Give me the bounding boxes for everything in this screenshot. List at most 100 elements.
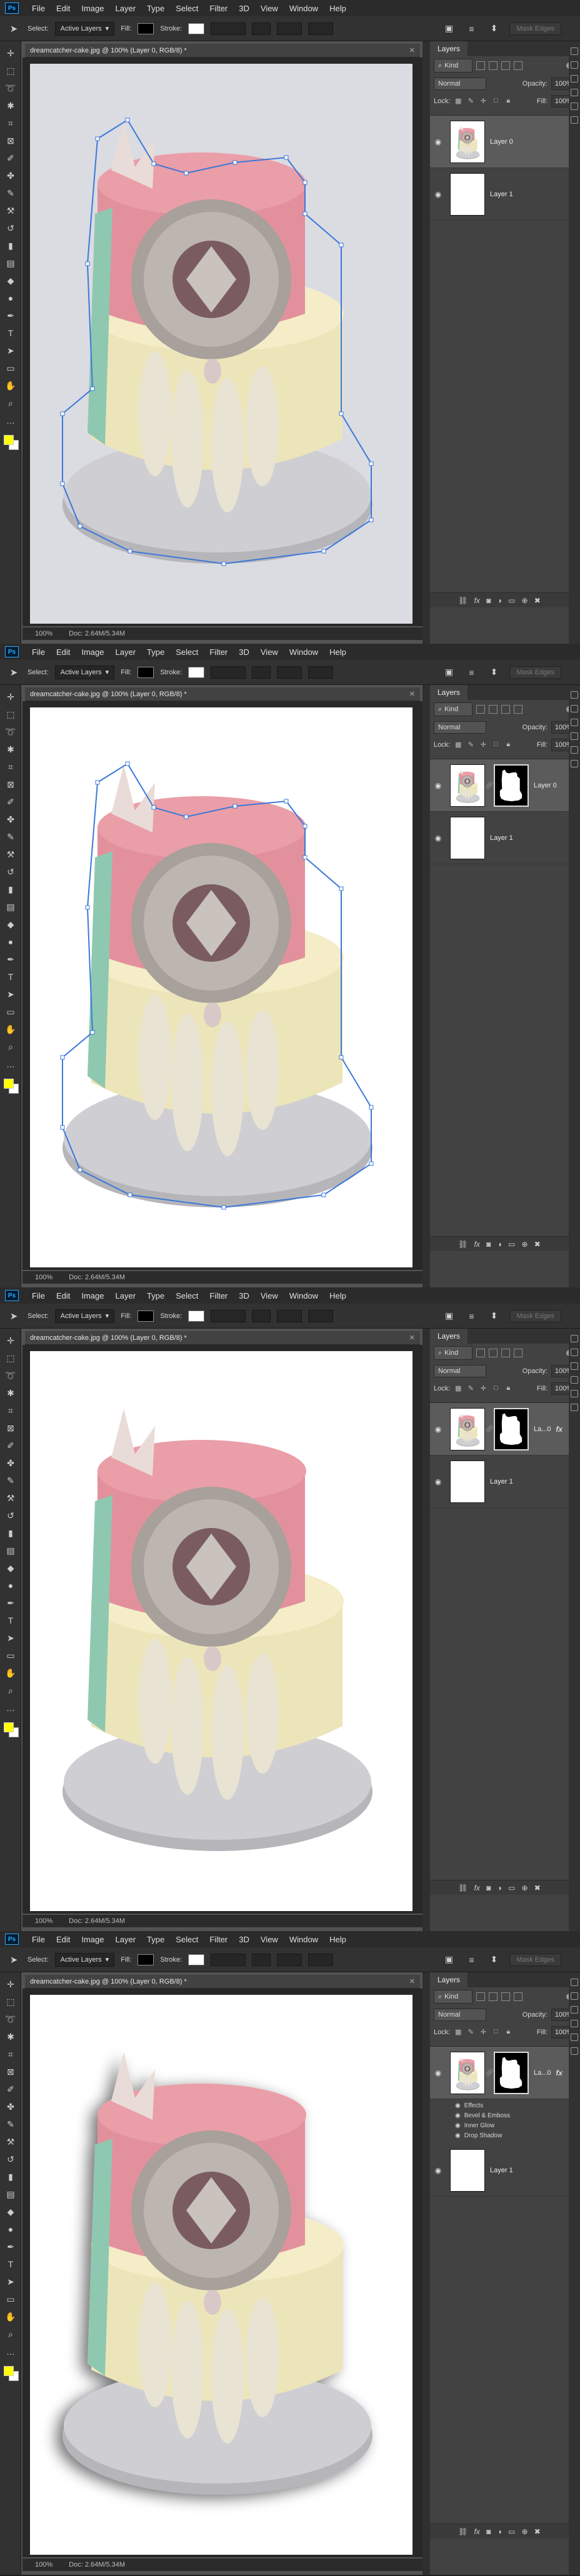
- path-alignment-icon[interactable]: ≡: [464, 22, 478, 36]
- menu-layer[interactable]: Layer: [110, 647, 142, 657]
- color-swatches[interactable]: [4, 435, 19, 450]
- dodge-icon[interactable]: ●: [4, 291, 18, 305]
- select-dropdown[interactable]: Active Layers ▾: [54, 21, 115, 36]
- new-layer-icon[interactable]: ⊕: [522, 596, 528, 605]
- document-tab[interactable]: dreamcatcher-cake.jpg @ 100% (Layer 0, R…: [25, 687, 420, 701]
- type-icon[interactable]: T: [4, 1614, 18, 1627]
- lock-position-icon[interactable]: ✛: [479, 741, 488, 749]
- move-icon[interactable]: ✛: [4, 1977, 18, 1991]
- effect-item[interactable]: ◉ Inner Glow: [455, 2120, 569, 2130]
- path-anchor-point[interactable]: [78, 1167, 82, 1172]
- lock-position-icon[interactable]: ✛: [479, 1384, 488, 1393]
- collapsed-panel-icon[interactable]: [571, 2020, 578, 2027]
- menu-window[interactable]: Window: [284, 647, 324, 657]
- layer-name[interactable]: La...0: [534, 1425, 551, 1433]
- visibility-eye-icon[interactable]: ◉: [430, 834, 446, 842]
- layer-thumbnail[interactable]: [450, 764, 485, 807]
- menu-type[interactable]: Type: [141, 1291, 170, 1300]
- document-size[interactable]: Doc: 2.64M/5.34M: [69, 2561, 125, 2569]
- menu-image[interactable]: Image: [76, 1291, 109, 1300]
- lasso-icon[interactable]: ➰: [4, 81, 18, 95]
- path-anchor-point[interactable]: [60, 1055, 65, 1060]
- path-anchor-point[interactable]: [339, 411, 344, 416]
- height-field[interactable]: [308, 666, 334, 679]
- zoom-icon[interactable]: ⌕: [4, 1684, 18, 1697]
- pixel-filter-icon[interactable]: [476, 705, 485, 714]
- stroke-width-field[interactable]: [211, 22, 246, 35]
- shape-icon[interactable]: ▭: [4, 2292, 18, 2306]
- lock-pixels-icon[interactable]: ✎: [466, 2028, 475, 2037]
- pen-icon[interactable]: ✒: [4, 1596, 18, 1610]
- mask-icon[interactable]: ◙: [486, 1884, 491, 1892]
- menu-edit[interactable]: Edit: [51, 4, 76, 13]
- fx-icon[interactable]: fx: [556, 2069, 562, 2077]
- tab-layers[interactable]: Layers: [430, 1329, 468, 1344]
- healing-icon[interactable]: ✤: [4, 812, 18, 826]
- stroke-type-field[interactable]: [252, 666, 271, 679]
- path-anchor-point[interactable]: [339, 1055, 344, 1060]
- path-alignment-icon[interactable]: ≡: [464, 1953, 478, 1967]
- eyedropper-icon[interactable]: ✐: [4, 151, 18, 165]
- menu-select[interactable]: Select: [170, 4, 204, 13]
- path-anchor-point[interactable]: [95, 780, 100, 785]
- menu-view[interactable]: View: [255, 1291, 284, 1300]
- color-swatches[interactable]: [4, 2366, 19, 2381]
- zoom-level[interactable]: 100%: [35, 1274, 52, 1281]
- height-field[interactable]: [308, 1309, 334, 1322]
- gradient-icon[interactable]: ▤: [4, 900, 18, 914]
- path-arrangement-icon[interactable]: ⬍: [487, 666, 501, 679]
- pixel-filter-icon[interactable]: [476, 1349, 485, 1357]
- select-dropdown[interactable]: Active Layers ▾: [54, 1309, 115, 1323]
- foreground-color-swatch[interactable]: [4, 435, 14, 445]
- more-icon[interactable]: …: [4, 2345, 18, 2359]
- lock-pixels-icon[interactable]: ✎: [466, 1384, 475, 1393]
- collapsed-panel-icon[interactable]: [571, 102, 578, 110]
- history-brush-icon[interactable]: ↺: [4, 1509, 18, 1522]
- document-size[interactable]: Doc: 2.64M/5.34M: [69, 630, 125, 637]
- crop-icon[interactable]: ⌗: [4, 760, 18, 774]
- fx-icon[interactable]: fx: [556, 1425, 562, 1434]
- marquee-icon[interactable]: ⬚: [4, 64, 18, 77]
- menu-layer[interactable]: Layer: [110, 4, 142, 13]
- lock-all-icon[interactable]: 🔒︎: [504, 1384, 512, 1393]
- mask-icon[interactable]: ◙: [486, 1240, 491, 1249]
- layer-row-layer1[interactable]: ◉ Layer 1: [430, 1455, 569, 1508]
- filter-kind-dropdown[interactable]: ⌕ Kind: [434, 59, 472, 72]
- layer-name[interactable]: Layer 1: [490, 1478, 513, 1485]
- zoom-icon[interactable]: ⌕: [4, 396, 18, 410]
- blur-icon[interactable]: ◆: [4, 274, 18, 287]
- stamp-icon[interactable]: ⚒: [4, 847, 18, 861]
- height-field[interactable]: [308, 1953, 334, 1966]
- menu-type[interactable]: Type: [141, 1935, 170, 1944]
- color-swatches[interactable]: [4, 1722, 19, 1737]
- path-operations-icon[interactable]: ▣: [442, 1309, 456, 1323]
- eraser-icon[interactable]: ▮: [4, 2170, 18, 2184]
- height-field[interactable]: [308, 22, 334, 35]
- fx-icon[interactable]: fx: [474, 2527, 480, 2536]
- menu-help[interactable]: Help: [324, 1291, 352, 1300]
- visibility-eye-icon[interactable]: ◉: [430, 2166, 446, 2175]
- menu-select[interactable]: Select: [170, 1291, 204, 1300]
- hand-icon[interactable]: ✋: [4, 379, 18, 392]
- path-anchor-point[interactable]: [128, 549, 132, 554]
- layer-name[interactable]: Layer 0: [490, 138, 513, 146]
- menu-help[interactable]: Help: [324, 1935, 352, 1944]
- layer-name[interactable]: Layer 1: [490, 191, 513, 198]
- frame-icon[interactable]: ⊠: [4, 134, 18, 147]
- layer-thumbnail[interactable]: [450, 1460, 485, 1503]
- canvas[interactable]: [30, 707, 412, 1267]
- healing-icon[interactable]: ✤: [4, 169, 18, 182]
- menu-view[interactable]: View: [255, 647, 284, 657]
- document-size[interactable]: Doc: 2.64M/5.34M: [69, 1917, 125, 1925]
- close-icon[interactable]: ✕: [409, 690, 415, 698]
- adjustment-filter-icon[interactable]: [489, 61, 498, 70]
- path-arrangement-icon[interactable]: ⬍: [487, 1953, 501, 1967]
- path-anchor-point[interactable]: [369, 1161, 374, 1166]
- width-field[interactable]: [277, 1953, 302, 1966]
- collapsed-panel-icon[interactable]: [571, 2034, 578, 2041]
- fill-swatch[interactable]: [138, 1310, 154, 1322]
- stroke-type-field[interactable]: [252, 22, 271, 35]
- layer-row-layer0[interactable]: ◉ 🔗︎ La...0 fx: [430, 2047, 569, 2099]
- collapsed-panel-icon[interactable]: [571, 1376, 578, 1384]
- path-anchor-point[interactable]: [369, 461, 374, 466]
